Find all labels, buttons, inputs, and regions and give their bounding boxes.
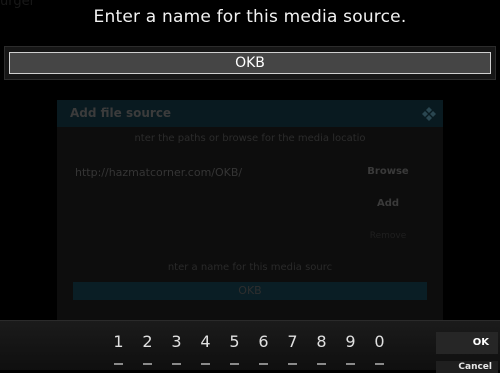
key-row2-9[interactable] xyxy=(336,363,365,366)
on-screen-keyboard: 1 2 3 4 5 6 7 8 9 0 OK Cancel xyxy=(0,320,500,373)
key-7[interactable]: 7 xyxy=(278,332,307,351)
source-name-field[interactable]: OKB xyxy=(73,282,427,300)
key-3[interactable]: 3 xyxy=(162,332,191,351)
name-field-container: OKB xyxy=(4,46,496,80)
key-5[interactable]: 5 xyxy=(220,332,249,351)
key-row2-10[interactable] xyxy=(365,363,394,366)
dialog-title: Enter a name for this media source. xyxy=(93,7,407,27)
cancel-button[interactable]: Cancel xyxy=(436,361,498,373)
key-row2-7[interactable] xyxy=(278,363,307,366)
key-6[interactable]: 6 xyxy=(249,332,278,351)
kodi-logo-icon xyxy=(422,107,436,121)
key-row2-1[interactable] xyxy=(104,363,133,366)
key-4[interactable]: 4 xyxy=(191,332,220,351)
browse-button[interactable]: Browse xyxy=(355,166,421,177)
key-row2-5[interactable] xyxy=(220,363,249,366)
key-8[interactable]: 8 xyxy=(307,332,336,351)
key-row2-3[interactable] xyxy=(162,363,191,366)
key-0[interactable]: 0 xyxy=(365,332,394,351)
source-name-label: nter a name for this media sourc xyxy=(167,262,333,273)
key-2[interactable]: 2 xyxy=(133,332,162,351)
add-file-source-title: Add file source xyxy=(70,106,172,120)
key-1[interactable]: 1 xyxy=(104,332,133,351)
add-button[interactable]: Add xyxy=(355,198,421,209)
key-row2-6[interactable] xyxy=(249,363,278,366)
ok-button[interactable]: OK xyxy=(436,332,498,354)
add-file-source-header: Add file source xyxy=(57,100,443,127)
add-file-source-subtitle: nter the paths or browse for the media l… xyxy=(134,133,366,144)
key-9[interactable]: 9 xyxy=(336,332,365,351)
media-source-name-input[interactable]: OKB xyxy=(9,52,491,74)
key-row2-8[interactable] xyxy=(307,363,336,366)
key-row2-4[interactable] xyxy=(191,363,220,366)
remove-button[interactable]: Remove xyxy=(355,231,421,241)
key-row2-2[interactable] xyxy=(133,363,162,366)
add-file-source-dialog: Add file source nter the paths or browse… xyxy=(57,100,443,330)
source-path[interactable]: http://hazmatcorner.com/OKB/ xyxy=(75,166,242,179)
